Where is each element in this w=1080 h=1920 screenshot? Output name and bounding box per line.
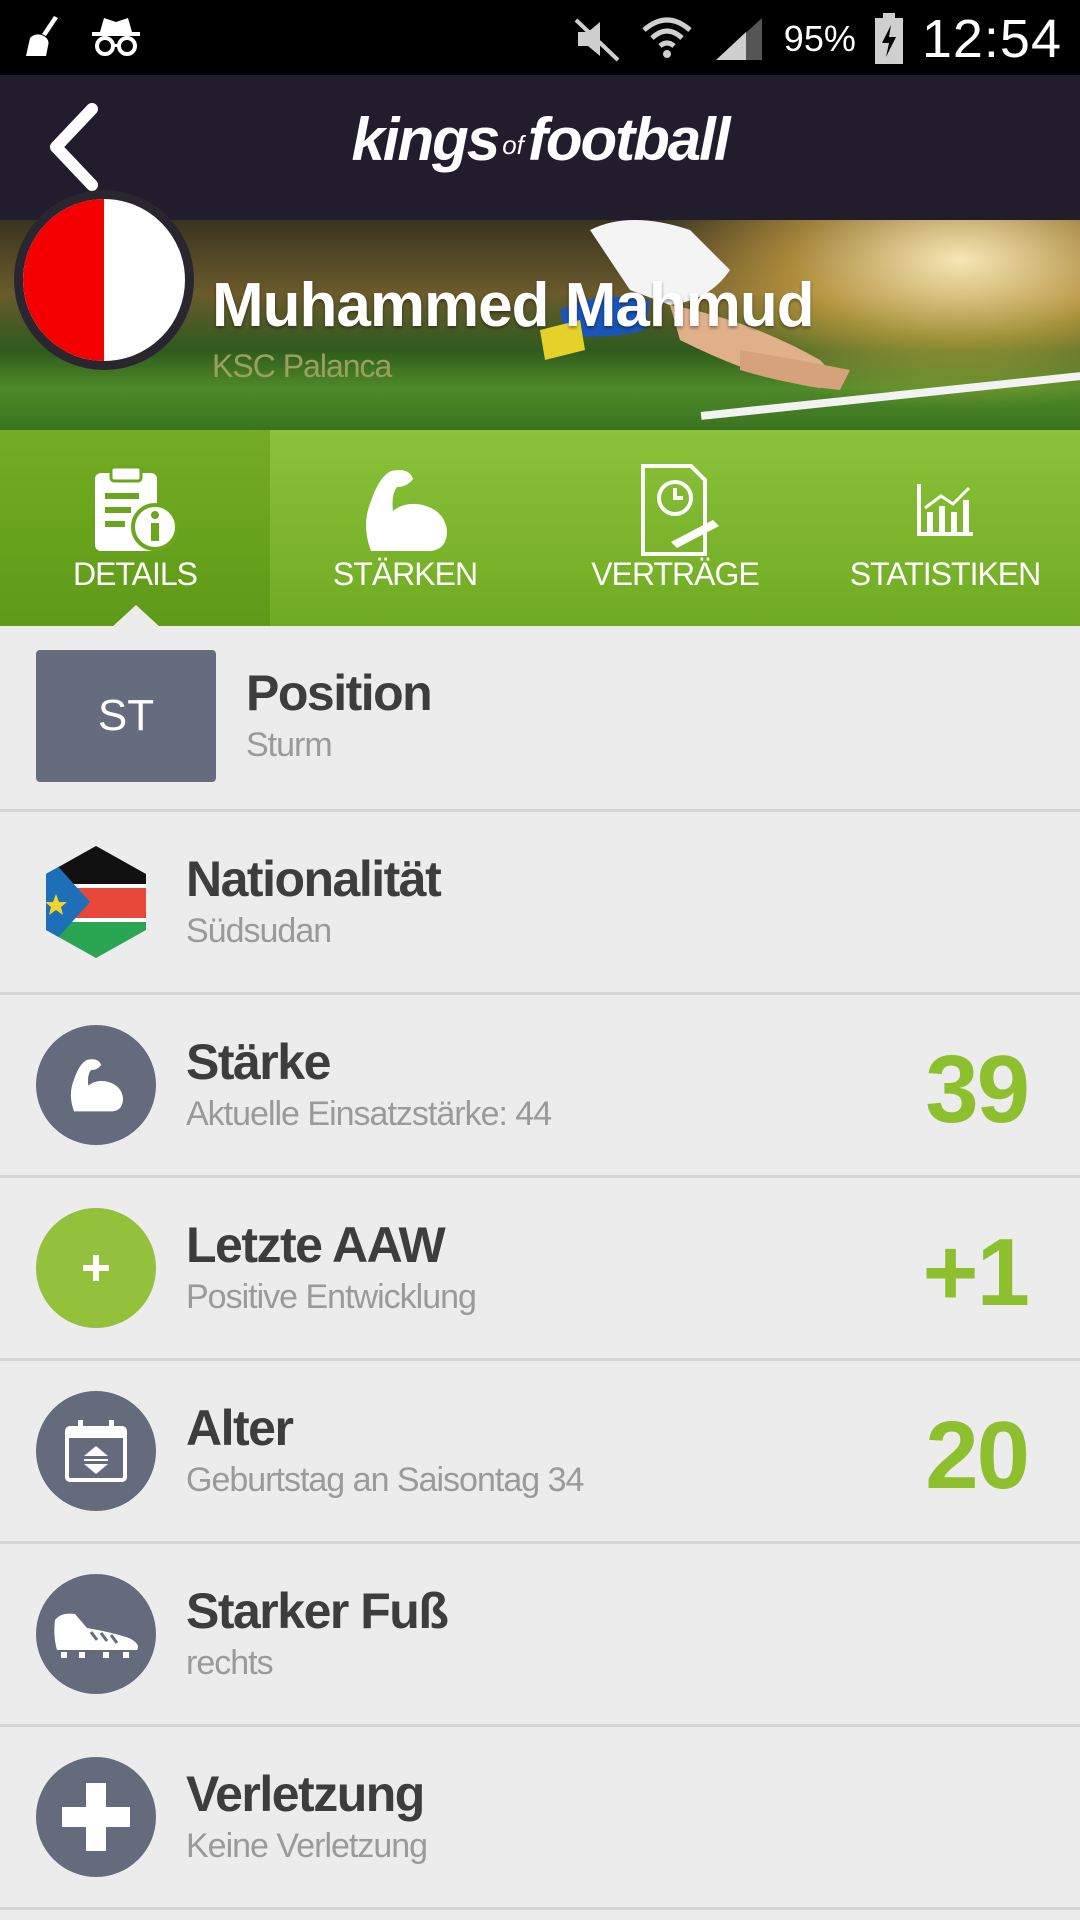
item-subtitle: Südsudan: [186, 912, 332, 950]
item-title: Verletzung: [186, 1766, 425, 1822]
tab-label: VERTRÄGE: [591, 556, 759, 592]
battery-percent: 95%: [783, 18, 856, 59]
tab-label: STATISTIKEN: [849, 556, 1042, 592]
strength-icon-circle: [36, 1025, 156, 1145]
player-details-list: ST Position Sturm Nationalität Südsudan: [0, 626, 1080, 1910]
list-item-age[interactable]: Alter Geburtstag an Saisontag 34 20: [0, 1361, 1080, 1544]
item-title: Position: [246, 665, 433, 721]
tab-staerken[interactable]: STÄRKEN: [270, 430, 540, 626]
item-subtitle: Geburtstag an Saisontag 34: [186, 1461, 584, 1499]
signal-icon: [715, 18, 762, 60]
item-subtitle: rechts: [186, 1644, 274, 1682]
football-boot-icon: [54, 1613, 139, 1658]
app-header: kings offootball: [0, 75, 1080, 220]
tab-details[interactable]: DETAILS: [0, 430, 270, 627]
foot-icon-circle: [36, 1574, 156, 1694]
item-subtitle: Keine Verletzung: [186, 1827, 428, 1865]
calendar-icon: [65, 1420, 127, 1482]
list-item-injury[interactable]: Verletzung Keine Verletzung: [0, 1727, 1080, 1910]
plus-icon: [83, 1255, 109, 1281]
tab-label: STÄRKEN: [332, 556, 478, 592]
item-title: Starker Fuß: [186, 1583, 449, 1639]
flexed-arm-icon: [366, 470, 447, 551]
player-name: Muhammed Mahmud: [212, 271, 815, 340]
item-subtitle: Sturm: [246, 726, 333, 764]
item-title: Letzte AAW: [186, 1217, 446, 1273]
item-title: Nationalität: [186, 851, 442, 907]
list-item-position: ST Position Sturm: [0, 626, 1080, 812]
list-item-strength[interactable]: Stärke Aktuelle Einsatzstärke: 44 39: [0, 995, 1080, 1178]
tab-bar: DETAILS STÄRKEN VERTRÄGE STATISTIKEN: [0, 430, 1080, 627]
list-item-strong-foot[interactable]: Starker Fuß rechts: [0, 1544, 1080, 1727]
age-icon-circle: [36, 1391, 156, 1511]
flexed-arm-icon: [70, 1059, 124, 1112]
clipboard-info-icon: [95, 465, 179, 551]
item-title: Alter: [186, 1400, 294, 1456]
aaw-icon-circle: [36, 1208, 156, 1328]
item-subtitle: Positive Entwicklung: [186, 1278, 477, 1316]
status-bar: 95% 12:54: [0, 0, 1080, 75]
aaw-value: +1: [922, 1219, 1030, 1326]
list-item-last-aaw[interactable]: Letzte AAW Positive Entwicklung +1: [0, 1178, 1080, 1361]
bar-chart-icon: [917, 484, 973, 536]
clock: 12:54: [921, 9, 1062, 69]
wifi-icon: [642, 17, 692, 58]
app-logo: kings offootball: [351, 106, 730, 173]
injury-icon-circle: [36, 1757, 156, 1877]
list-item-nationality: Nationalität Südsudan: [0, 812, 1080, 995]
tab-label: DETAILS: [73, 556, 198, 592]
club-badge: [14, 190, 194, 370]
position-badge: ST: [36, 650, 216, 782]
cleaner-icon: [26, 16, 58, 56]
item-subtitle: Aktuelle Einsatzstärke: 44: [186, 1095, 552, 1133]
item-title: Stärke: [186, 1034, 331, 1090]
battery-charging-icon: [874, 13, 903, 64]
age-value: 20: [925, 1402, 1030, 1509]
club-name[interactable]: KSC Palanca: [212, 348, 392, 385]
south-sudan-flag-icon: [46, 846, 146, 958]
tab-vertraege[interactable]: VERTRÄGE: [540, 430, 810, 626]
active-tab-indicator: [112, 605, 160, 627]
strength-value: 39: [925, 1036, 1030, 1143]
medical-cross-icon: [62, 1783, 130, 1851]
tab-statistiken[interactable]: STATISTIKEN: [810, 430, 1080, 626]
contract-clock-icon: [641, 464, 719, 556]
mute-icon: [574, 18, 620, 62]
incognito-icon: [92, 18, 140, 56]
